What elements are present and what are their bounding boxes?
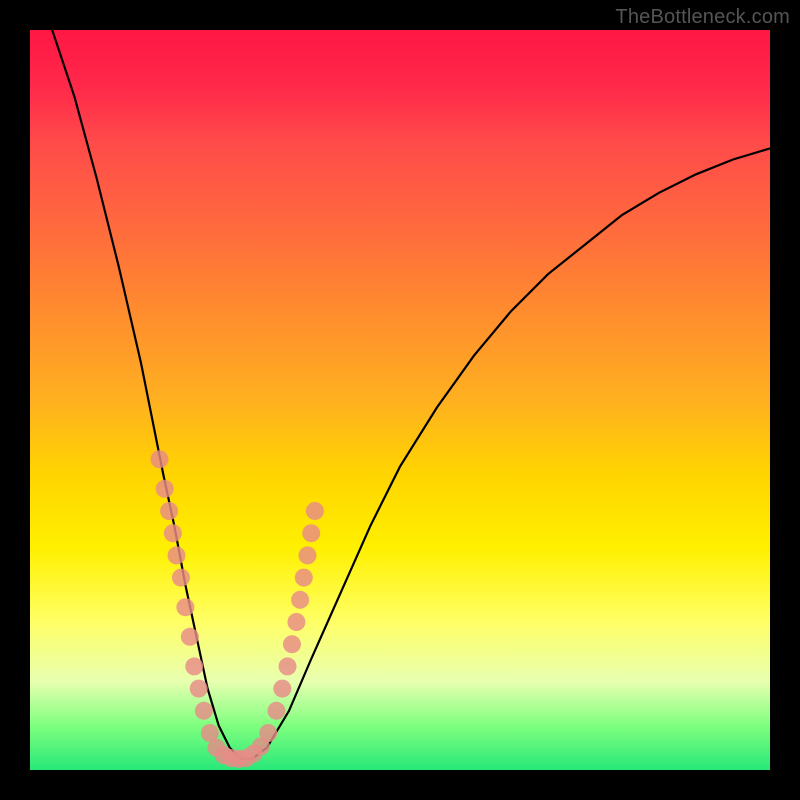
sample-dot [164, 524, 182, 542]
sample-dot [291, 591, 309, 609]
sample-dot [287, 613, 305, 631]
sample-dot [195, 702, 213, 720]
sample-dot [306, 502, 324, 520]
sample-dot [299, 546, 317, 564]
sample-dots-group [151, 450, 324, 768]
sample-dot [176, 598, 194, 616]
sample-dot [156, 480, 174, 498]
sample-dot [283, 635, 301, 653]
sample-dot [151, 450, 169, 468]
sample-dot [172, 569, 190, 587]
chart-svg [30, 30, 770, 770]
sample-dot [267, 702, 285, 720]
sample-dot [279, 657, 297, 675]
sample-dot [273, 680, 291, 698]
sample-dot [185, 657, 203, 675]
watermark-text: TheBottleneck.com [615, 6, 790, 29]
sample-dot [181, 628, 199, 646]
sample-dot [168, 546, 186, 564]
chart-container: TheBottleneck.com [0, 0, 800, 800]
bottleneck-curve [30, 30, 770, 759]
sample-dot [259, 724, 277, 742]
sample-dot [302, 524, 320, 542]
sample-dot [190, 680, 208, 698]
sample-dot [295, 569, 313, 587]
plot-area [30, 30, 770, 770]
sample-dot [160, 502, 178, 520]
